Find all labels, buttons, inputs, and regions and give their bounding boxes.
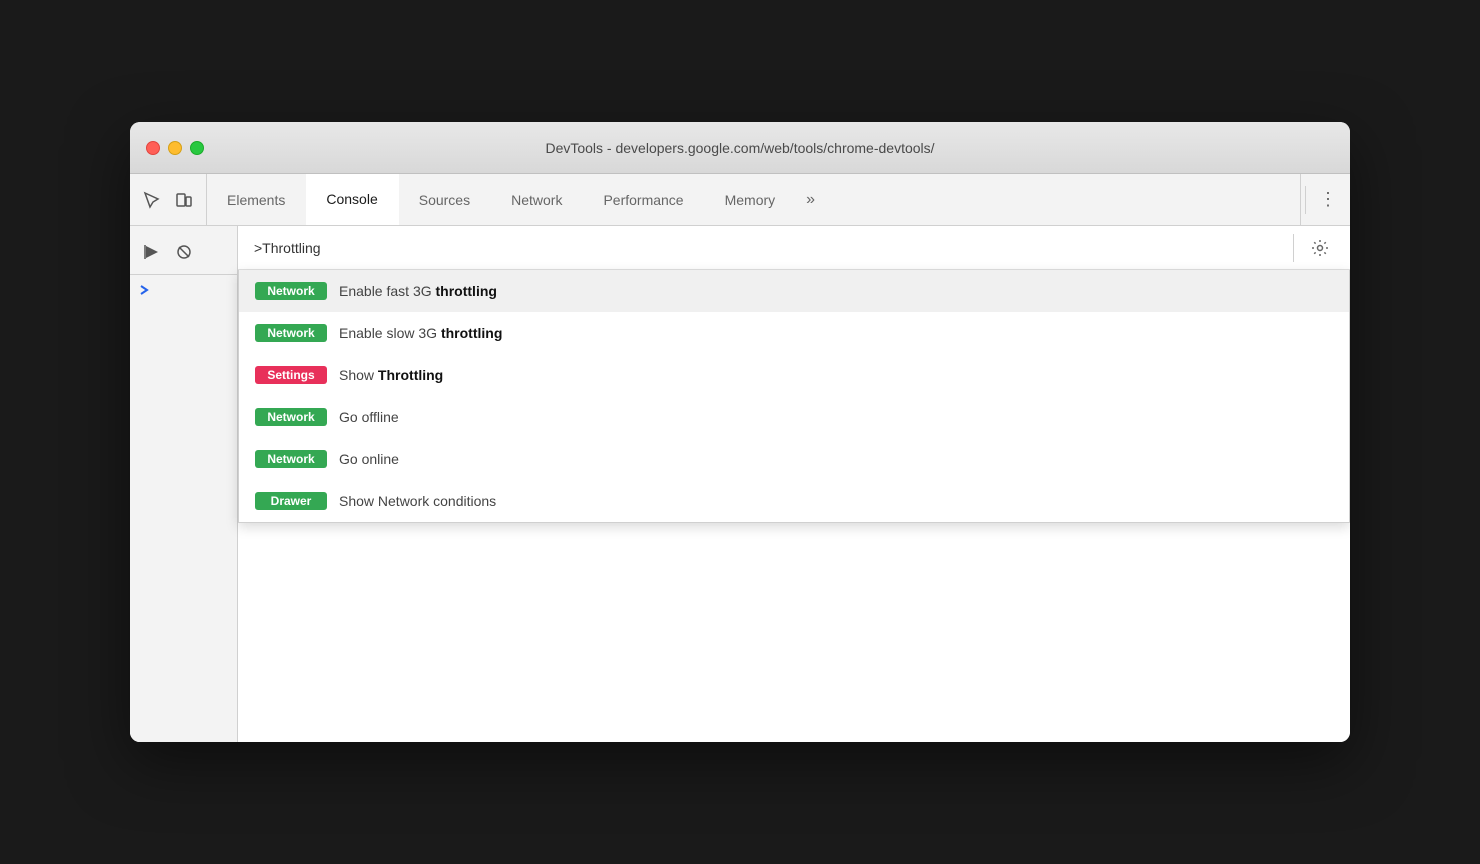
tabs-list: Elements Console Sources Network Perform… <box>207 174 1300 225</box>
command-dropdown: Network Enable fast 3G throttling Networ… <box>238 270 1350 523</box>
divider <box>1293 234 1294 262</box>
devtools-body: Elements Console Sources Network Perform… <box>130 174 1350 742</box>
dropdown-item-drawer[interactable]: Drawer Show Network conditions <box>239 480 1349 522</box>
main-area: Network Enable fast 3G throttling Networ… <box>130 226 1350 742</box>
badge-settings-1: Settings <box>255 366 327 384</box>
content-area: Network Enable fast 3G throttling Networ… <box>238 226 1350 742</box>
tab-console[interactable]: Console <box>306 174 398 225</box>
tab-icons <box>130 174 207 225</box>
tab-elements[interactable]: Elements <box>207 174 306 225</box>
devtools-window: DevTools - developers.google.com/web/too… <box>130 122 1350 742</box>
sidebar <box>130 226 238 742</box>
dropdown-item-settings[interactable]: Settings Show Throttling <box>239 354 1349 396</box>
badge-network-4: Network <box>255 450 327 468</box>
badge-network-1: Network <box>255 282 327 300</box>
more-tabs-button[interactable]: » <box>796 174 825 225</box>
tab-memory[interactable]: Memory <box>705 174 797 225</box>
block-button[interactable] <box>170 238 198 266</box>
badge-drawer-1: Drawer <box>255 492 327 510</box>
expand-arrow[interactable] <box>130 275 158 307</box>
dropdown-item-slow3g[interactable]: Network Enable slow 3G throttling <box>239 312 1349 354</box>
close-button[interactable] <box>146 141 160 155</box>
settings-button[interactable] <box>1306 234 1334 262</box>
minimize-button[interactable] <box>168 141 182 155</box>
inspect-element-button[interactable] <box>138 186 166 214</box>
tab-sources[interactable]: Sources <box>399 174 491 225</box>
traffic-lights <box>146 141 204 155</box>
tab-network[interactable]: Network <box>491 174 583 225</box>
command-right <box>1289 234 1334 262</box>
maximize-button[interactable] <box>190 141 204 155</box>
tabs-right: ⋮ <box>1300 174 1350 225</box>
device-toolbar-button[interactable] <box>170 186 198 214</box>
more-options-button[interactable]: ⋮ <box>1314 186 1342 214</box>
tabs-bar: Elements Console Sources Network Perform… <box>130 174 1350 226</box>
command-bar <box>238 226 1350 270</box>
item-text-5: Go online <box>339 451 399 467</box>
tab-performance[interactable]: Performance <box>583 174 704 225</box>
window-title: DevTools - developers.google.com/web/too… <box>545 140 934 156</box>
item-text-1: Enable fast 3G throttling <box>339 283 497 299</box>
run-button[interactable] <box>138 238 166 266</box>
badge-network-2: Network <box>255 324 327 342</box>
sidebar-toolbar <box>130 234 237 275</box>
item-text-4: Go offline <box>339 409 399 425</box>
divider <box>1305 186 1306 214</box>
dropdown-item-fast3g[interactable]: Network Enable fast 3G throttling <box>239 270 1349 312</box>
item-text-3: Show Throttling <box>339 367 443 383</box>
command-input[interactable] <box>254 240 1289 256</box>
dropdown-item-offline[interactable]: Network Go offline <box>239 396 1349 438</box>
item-text-2: Enable slow 3G throttling <box>339 325 502 341</box>
badge-network-3: Network <box>255 408 327 426</box>
titlebar: DevTools - developers.google.com/web/too… <box>130 122 1350 174</box>
dropdown-item-online[interactable]: Network Go online <box>239 438 1349 480</box>
item-text-6: Show Network conditions <box>339 493 496 509</box>
